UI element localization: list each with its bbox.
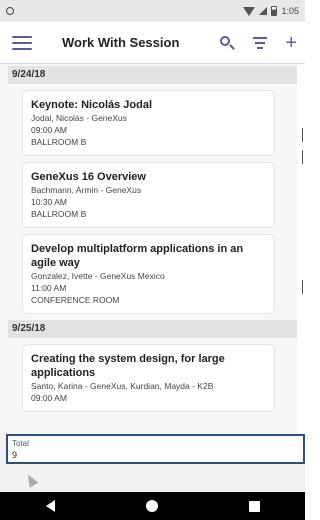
search-icon[interactable] bbox=[219, 35, 236, 51]
status-time: 1:05 bbox=[281, 6, 299, 16]
notification-icon bbox=[6, 7, 14, 15]
edge-mark bbox=[302, 128, 303, 142]
session-card[interactable]: Develop multiplatform applications in an… bbox=[22, 234, 275, 314]
session-title: Develop multiplatform applications in an… bbox=[31, 243, 244, 269]
session-list[interactable]: 9/24/18 Keynote: Nicolás Jodal Jodal, Ni… bbox=[0, 64, 305, 434]
session-card[interactable]: Keynote: Nicolás Jodal Jodal, Nicolás - … bbox=[22, 90, 275, 156]
session-title: GeneXus 16 Overview bbox=[31, 171, 146, 183]
session-room: BALLROOM B bbox=[31, 137, 87, 147]
date-header: 9/24/18 bbox=[8, 66, 297, 84]
filter-icon[interactable] bbox=[253, 36, 268, 49]
right-edge bbox=[297, 64, 305, 434]
phone-screen: 1:05 Work With Session + 9/24/18 Keynote… bbox=[0, 0, 305, 520]
session-speaker: Santo, Karina - GeneXus, Kurdian, Mayda … bbox=[31, 381, 214, 391]
menu-icon[interactable] bbox=[12, 35, 32, 50]
session-room: CONFERENCE ROOM bbox=[31, 295, 120, 305]
navigation-bar bbox=[0, 492, 305, 520]
session-time: 10:30 AM bbox=[31, 197, 67, 207]
page-title: Work With Session bbox=[62, 35, 180, 50]
add-icon[interactable]: + bbox=[285, 33, 297, 53]
home-icon[interactable] bbox=[145, 500, 158, 512]
signal-icon bbox=[259, 7, 268, 15]
status-right: 1:05 bbox=[243, 6, 299, 16]
session-room: BALLROOM B bbox=[31, 209, 87, 219]
edge-mark bbox=[302, 150, 303, 164]
back-icon[interactable] bbox=[45, 500, 55, 512]
total-panel: Total 9 bbox=[6, 434, 305, 464]
edge-mark bbox=[302, 280, 303, 294]
session-title: Keynote: Nicolás Jodal bbox=[31, 99, 153, 111]
session-speaker: Bachmann, Armin - GeneXus bbox=[31, 185, 142, 195]
session-card[interactable]: GeneXus 16 Overview Bachmann, Armin - Ge… bbox=[22, 162, 275, 228]
app-bar: Work With Session + bbox=[0, 22, 305, 64]
status-left bbox=[6, 7, 14, 15]
battery-icon bbox=[271, 6, 278, 16]
session-speaker: Jodal, Nicolás - GeneXus bbox=[31, 113, 127, 123]
app-bar-actions: + bbox=[219, 33, 297, 53]
session-time: 09:00 AM bbox=[31, 125, 67, 135]
mouse-cursor-icon bbox=[23, 472, 39, 488]
date-header: 9/25/18 bbox=[8, 320, 297, 338]
total-label: Total bbox=[12, 439, 29, 448]
session-speaker: Gonzalez, Ivette - GeneXus Mexico bbox=[31, 271, 165, 281]
session-time: 09:00 AM bbox=[31, 393, 67, 403]
recent-apps-icon[interactable] bbox=[248, 500, 260, 512]
wifi-icon bbox=[243, 6, 256, 16]
session-card[interactable]: Creating the system design, for large ap… bbox=[22, 344, 275, 412]
session-title: Creating the system design, for large ap… bbox=[31, 353, 225, 379]
status-bar: 1:05 bbox=[0, 0, 305, 22]
total-value: 9 bbox=[12, 450, 18, 460]
session-time: 11:00 AM bbox=[31, 283, 67, 293]
